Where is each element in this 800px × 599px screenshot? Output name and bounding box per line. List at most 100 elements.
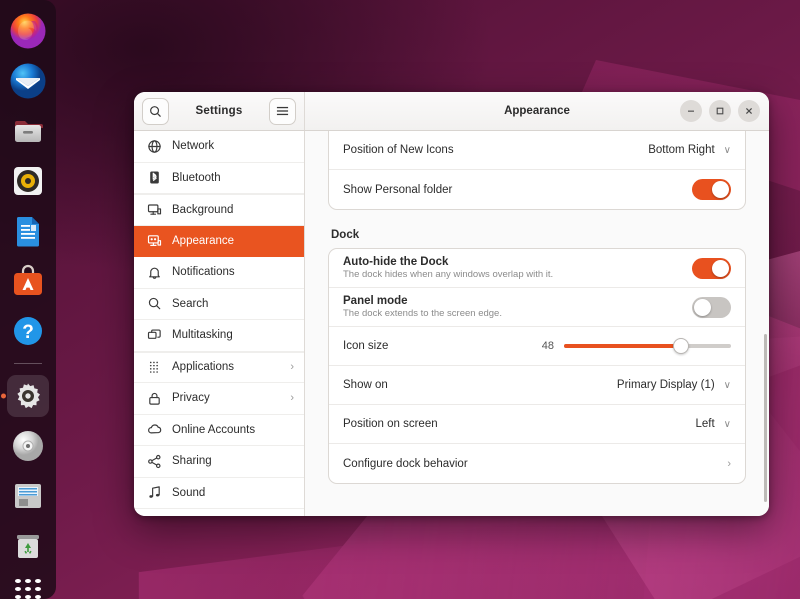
sidebar-item-label: Online Accounts xyxy=(172,424,294,436)
sidebar-item-label: Privacy xyxy=(172,392,280,404)
close-icon xyxy=(744,106,754,116)
share-icon xyxy=(147,454,162,469)
cloud-icon xyxy=(147,422,162,437)
sidebar-item-label: Appearance xyxy=(172,235,294,247)
settings-row-show-on[interactable]: Show onPrimary Display (1) ∨ xyxy=(329,366,745,405)
sidebar-item-notifications[interactable]: Notifications xyxy=(134,257,304,289)
sidebar-header: Settings xyxy=(134,92,305,130)
chevron-right-icon[interactable]: › xyxy=(727,458,731,470)
dock-item-files[interactable] xyxy=(7,110,49,152)
dock-item-disc[interactable] xyxy=(7,425,49,467)
sidebar-item-privacy[interactable]: Privacy › xyxy=(134,383,304,415)
sidebar-item-sound[interactable]: Sound xyxy=(134,478,304,510)
dock-item-disks[interactable] xyxy=(7,475,49,517)
row-value: Bottom Right xyxy=(648,144,714,156)
appearance-icon xyxy=(147,233,162,248)
dock-item-ubuntu-software[interactable] xyxy=(7,260,49,302)
monitor-icon xyxy=(147,202,162,217)
dock-item-trash[interactable] xyxy=(7,525,49,567)
bluetooth-icon xyxy=(147,170,162,185)
ubuntu-dock: ? xyxy=(0,0,56,599)
slider-control: 48 xyxy=(542,340,731,352)
settings-row-show-personal-folder[interactable]: Show Personal folder xyxy=(329,170,745,209)
toggle-knob xyxy=(712,181,729,198)
settings-row-panel-mode[interactable]: Panel modeThe dock extends to the screen… xyxy=(329,288,745,327)
window-titlebar: Settings Appearance xyxy=(134,92,769,131)
dock-item-libreoffice-writer[interactable] xyxy=(7,210,49,252)
row-labels: Configure dock behavior xyxy=(343,458,727,470)
bell-icon xyxy=(147,265,162,280)
dock-item-help[interactable]: ? xyxy=(7,310,49,352)
row-labels: Position on screen xyxy=(343,418,695,430)
settings-row-auto-hide-the-dock[interactable]: Auto-hide the DockThe dock hides when an… xyxy=(329,249,745,288)
row-labels: Panel modeThe dock extends to the screen… xyxy=(343,295,692,319)
sidebar-item-label: Bluetooth xyxy=(172,172,294,184)
row-labels: Show on xyxy=(343,379,617,391)
desktop-icons-card: SizeNormal∨Position of New IconsBottom R… xyxy=(328,131,746,210)
settings-row-position-of-new-icons[interactable]: Position of New IconsBottom Right ∨ xyxy=(329,131,745,170)
sidebar-item-appearance[interactable]: Appearance xyxy=(134,226,304,258)
row-sublabel: The dock extends to the screen edge. xyxy=(343,308,692,319)
windows-icon xyxy=(147,328,162,343)
dock-item-thunderbird[interactable] xyxy=(7,60,49,102)
search-icon xyxy=(147,296,162,311)
row-label: Icon size xyxy=(343,340,542,352)
search-icon xyxy=(147,296,162,311)
toggle-switch[interactable] xyxy=(692,179,731,200)
toggle-switch[interactable] xyxy=(692,297,731,318)
dock-card: Auto-hide the DockThe dock hides when an… xyxy=(328,248,746,484)
sidebar-item-search[interactable]: Search xyxy=(134,289,304,321)
appearance-icon xyxy=(147,233,162,248)
slider-handle[interactable] xyxy=(673,338,689,354)
sidebar-item-sharing[interactable]: Sharing xyxy=(134,446,304,478)
row-labels: Icon size xyxy=(343,340,542,352)
maximize-icon xyxy=(715,106,725,116)
maximize-button[interactable] xyxy=(709,100,731,122)
sidebar-item-label: Applications xyxy=(172,361,280,373)
minimize-icon xyxy=(686,106,696,116)
sidebar-item-network[interactable]: Network xyxy=(134,131,304,163)
minimize-button[interactable] xyxy=(680,100,702,122)
row-label: Position on screen xyxy=(343,418,695,430)
settings-row-configure-dock-behavior[interactable]: Configure dock behavior› xyxy=(329,444,745,483)
content-scrollbar[interactable] xyxy=(764,334,767,502)
window-body: Network Bluetooth Background Appearance Noti… xyxy=(134,131,769,516)
row-labels: Position of New Icons xyxy=(343,144,648,156)
slider-value-label: 48 xyxy=(542,340,554,352)
sidebar-item-multitasking[interactable]: Multitasking xyxy=(134,320,304,352)
row-labels: Auto-hide the DockThe dock hides when an… xyxy=(343,256,692,280)
row-label: Show on xyxy=(343,379,617,391)
settings-row-icon-size[interactable]: Icon size48 xyxy=(329,327,745,366)
row-label: Position of New Icons xyxy=(343,144,648,156)
sidebar-item-background[interactable]: Background xyxy=(134,194,304,226)
settings-sidebar: Network Bluetooth Background Appearance Noti… xyxy=(134,131,305,516)
music-note-icon xyxy=(147,485,162,500)
sidebar-item-bluetooth[interactable]: Bluetooth xyxy=(134,163,304,195)
grid-icon xyxy=(147,360,162,375)
chevron-right-icon: › xyxy=(290,392,294,404)
windows-icon xyxy=(147,328,162,343)
dock-item-settings[interactable] xyxy=(7,375,49,417)
row-value: Left xyxy=(695,418,714,430)
music-note-icon xyxy=(147,485,162,500)
dock-item-firefox[interactable] xyxy=(7,10,49,52)
sidebar-item-label: Sharing xyxy=(172,455,294,467)
sidebar-title: Settings xyxy=(196,105,243,117)
close-button[interactable] xyxy=(738,100,760,122)
chevron-down-icon[interactable]: ∨ xyxy=(724,145,731,156)
hamburger-menu-icon xyxy=(276,105,289,117)
sidebar-item-applications[interactable]: Applications› xyxy=(134,352,304,384)
sidebar-item-online-accounts[interactable]: Online Accounts xyxy=(134,415,304,447)
main-menu-button[interactable] xyxy=(269,98,296,125)
row-value: Primary Display (1) xyxy=(617,379,715,391)
show-applications-button[interactable] xyxy=(15,579,41,599)
chevron-down-icon[interactable]: ∨ xyxy=(724,380,731,391)
globe-icon xyxy=(147,139,162,154)
dock-item-rhythmbox[interactable] xyxy=(7,160,49,202)
chevron-down-icon[interactable]: ∨ xyxy=(724,419,731,430)
sidebar-item-label: Background xyxy=(172,204,294,216)
settings-row-position-on-screen[interactable]: Position on screenLeft ∨ xyxy=(329,405,745,444)
toggle-switch[interactable] xyxy=(692,258,731,279)
search-button[interactable] xyxy=(142,98,169,125)
icon-size-slider[interactable] xyxy=(564,344,731,348)
